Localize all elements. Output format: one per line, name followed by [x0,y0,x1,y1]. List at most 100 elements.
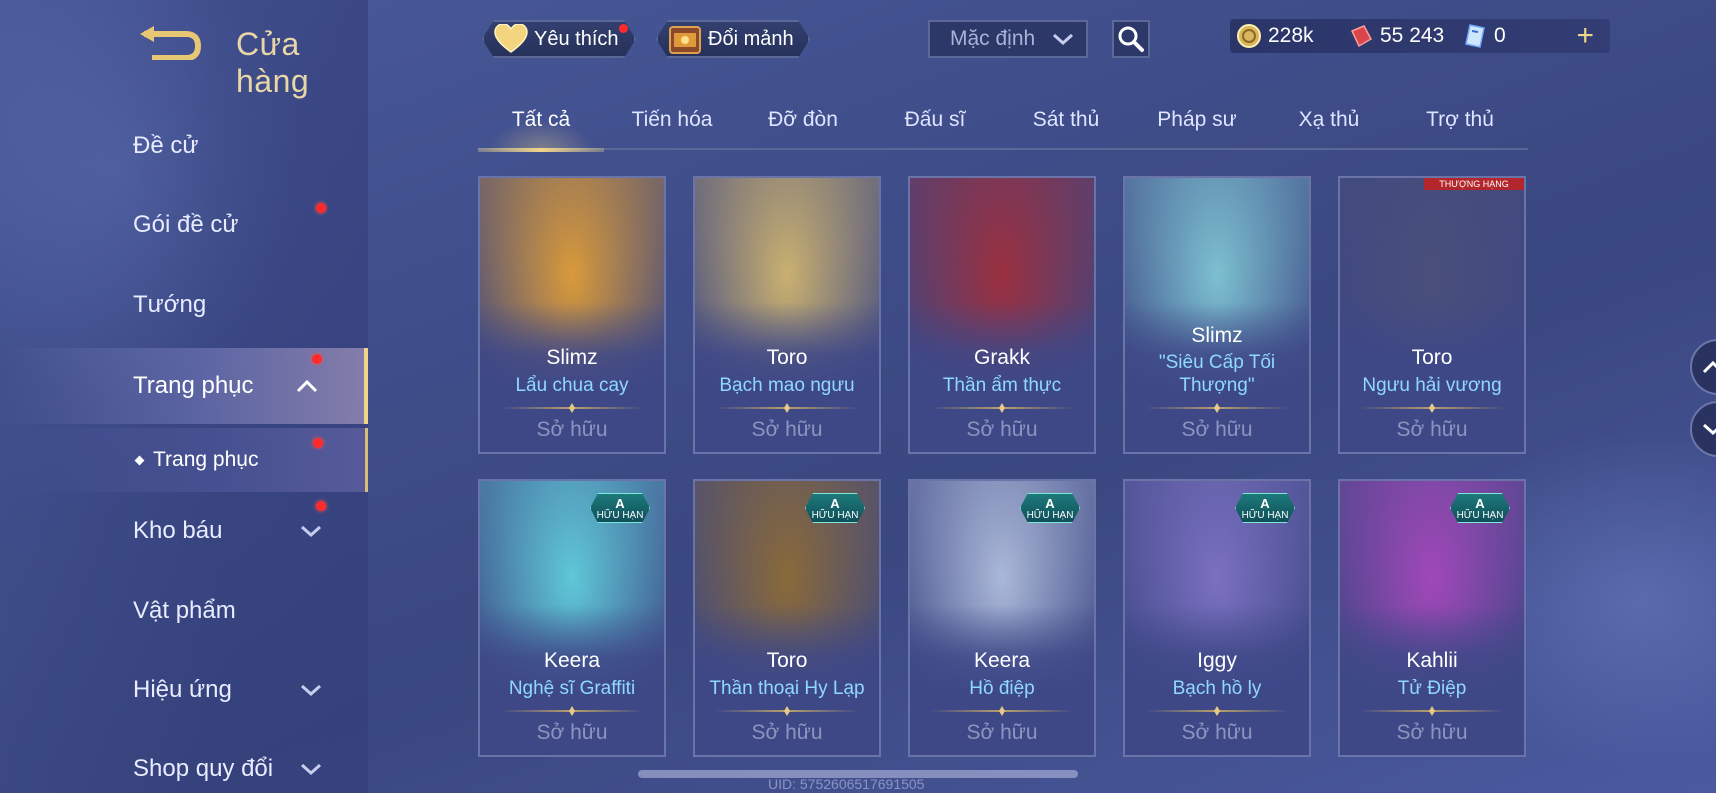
sidebar-item-recommended[interactable]: Đề cử [0,110,368,182]
tab-fighter[interactable]: Đấu sĩ [872,108,998,148]
limited-badge: A HỮU HẠN [1020,493,1080,523]
tab-tank[interactable]: Đỡ đòn [740,108,866,148]
tab-evolution[interactable]: Tiến hóa [609,108,735,148]
scroll-up-button[interactable] [1690,339,1716,395]
badge-grade: A [1475,496,1485,511]
tier-ribbon: THƯỢNG HẠNG [1424,178,1524,190]
sidebar-item-label: Shop quy đổi [133,755,274,782]
limited-badge: A HỮU HẠN [1450,493,1510,523]
tab-label: Pháp sư [1157,108,1237,131]
card-divider [1360,407,1504,409]
badge-text: HỮU HẠN [1241,510,1289,521]
badge-text: HỮU HẠN [1456,510,1504,521]
exchange-shards-button[interactable]: Đổi mảnh [656,20,810,58]
notification-dot [316,203,326,213]
sort-dropdown[interactable]: Mặc định [928,20,1088,58]
card-divider [500,407,644,409]
skin-card[interactable]: Slimz Lẩu chua cay Sở hữu [478,176,666,454]
sidebar-item-treasure[interactable]: Kho báu [0,495,368,567]
chest-icon [668,23,702,55]
page-title: Cửa hàng [236,26,310,99]
back-button[interactable] [138,26,202,61]
sidebar-item-recommended-packs[interactable]: Gói đề cử [0,189,368,261]
scroll-down-button[interactable] [1690,401,1716,457]
card-divider [715,710,859,712]
sidebar-item-exchange-shop[interactable]: Shop quy đổi [0,733,368,793]
add-currency-button[interactable]: + [1576,21,1594,51]
badge-text: HỮU HẠN [1026,510,1074,521]
heart-icon [494,24,528,54]
plus-icon: + [1576,19,1594,52]
ownership-status: Sở hữu [536,418,608,441]
sidebar-item-heroes[interactable]: Tướng [0,269,368,341]
tab-label: Xạ thủ [1298,108,1360,131]
skin-card[interactable]: THƯỢNG HẠNG Toro Ngưu hải vương Sở hữu [1338,176,1526,454]
sidebar-item-skins[interactable]: Trang phục [0,348,368,424]
tab-assassin[interactable]: Sát thủ [1003,108,1129,148]
skin-card[interactable]: A HỮU HẠN Iggy Bạch hồ ly Sở hữu [1123,479,1311,757]
search-button[interactable] [1112,20,1150,58]
skin-name: Bạch mao ngưu [719,375,855,396]
exchange-label: Đổi mảnh [708,27,794,50]
sidebar: Cửa hàng Đề cử Gói đề cử Tướng Trang phụ… [0,0,368,793]
favorites-button[interactable]: Yêu thích [482,20,636,58]
tab-mage[interactable]: Pháp sư [1134,108,1260,148]
badge-grade: A [1045,496,1055,511]
gold-amount: 228k [1268,24,1314,47]
tab-marksman[interactable]: Xạ thủ [1266,108,1392,148]
chevron-down-icon [301,684,321,697]
skin-card[interactable]: A HỮU HẠN Keera Hồ điệp Sở hữu [908,479,1096,757]
skin-card[interactable]: Slimz "Siêu Cấp Tối Thượng" Sở hữu [1123,176,1311,454]
badge-text: HỮU HẠN [596,510,644,521]
gold-coin-icon [1237,24,1261,48]
skin-card[interactable]: Toro Bạch mao ngưu Sở hữu [693,176,881,454]
tab-support[interactable]: Trợ thủ [1397,108,1523,148]
sidebar-item-label: Kho báu [133,517,223,544]
tab-label: Đỡ đòn [768,108,838,131]
category-tabs: Tất cả Tiến hóa Đỡ đòn Đấu sĩ Sát thủ Ph… [478,104,1528,152]
voucher-amount: 55 243 [1380,24,1445,47]
ownership-status: Sở hữu [1181,418,1253,441]
hero-name: Keera [973,649,1031,672]
sidebar-subitem-label: Trang phục [153,448,259,471]
hero-name: Toro [1411,346,1453,369]
hero-name: Keera [543,649,601,672]
ownership-status: Sở hữu [1181,721,1253,744]
tab-label: Tiến hóa [631,108,713,131]
notification-dot [316,501,326,511]
ownership-status: Sở hữu [751,418,823,441]
sidebar-item-effects[interactable]: Hiệu ứng [0,654,368,726]
sidebar-item-label: Vật phẩm [133,597,236,624]
chevron-up-icon [1702,360,1716,374]
tab-label: Sát thủ [1032,108,1100,131]
sidebar-subitem-skins[interactable]: Trang phục [0,428,368,492]
sidebar-item-label: Hiệu ứng [133,676,232,703]
sidebar-item-label: Trang phục [133,372,254,399]
skin-card[interactable]: Grakk Thần ẩm thực Sở hữu [908,176,1096,454]
tab-all[interactable]: Tất cả [478,108,604,152]
skin-card[interactable]: A HỮU HẠN Keera Nghệ sĩ Graffiti Sở hữu [478,479,666,757]
ownership-status: Sở hữu [966,418,1038,441]
tab-label: Trợ thủ [1426,108,1494,131]
currency-bar: 228k 55 243 0 + [1230,19,1610,53]
bullet-icon [134,455,145,465]
skin-name: Hồ điệp [969,678,1035,699]
skin-card[interactable]: A HỮU HẠN Kahlii Tử Điệp Sở hữu [1338,479,1526,757]
hero-name: Toro [766,346,808,369]
ownership-status: Sở hữu [751,721,823,744]
hero-name: Iggy [1197,649,1237,672]
skin-name: Thần ẩm thực [942,375,1062,396]
limited-badge: A HỮU HẠN [805,493,865,523]
hero-name: Slimz [546,346,598,369]
skin-name: Thần thoại Hy Lạp [709,678,865,699]
sidebar-item-items[interactable]: Vật phẩm [0,575,368,647]
ticket-balance: 0 [1462,19,1506,53]
card-divider [1360,710,1504,712]
sidebar-item-label: Đề cử [133,132,199,159]
sidebar-item-label: Tướng [133,291,207,318]
card-divider [1145,710,1289,712]
skin-card[interactable]: A HỮU HẠN Toro Thần thoại Hy Lạp Sở hữu [693,479,881,757]
card-divider [500,710,644,712]
ownership-status: Sở hữu [1396,418,1468,441]
chevron-up-icon [296,379,318,393]
